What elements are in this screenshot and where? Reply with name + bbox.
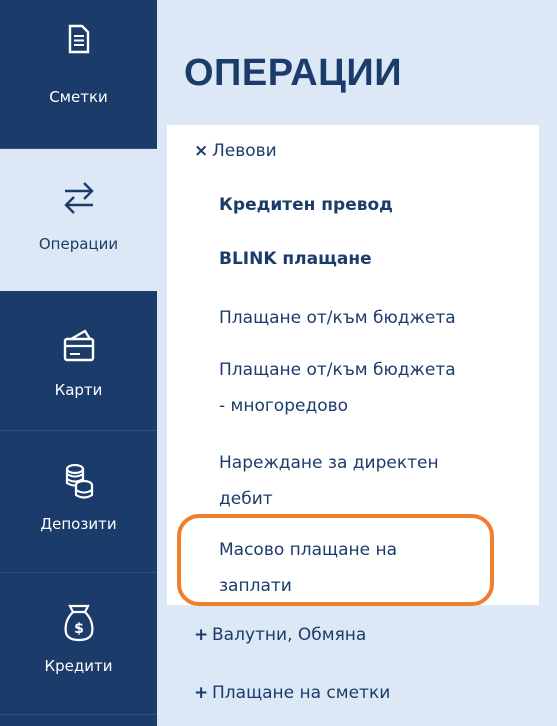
document-icon: [68, 24, 89, 54]
nav-label: Сметки: [49, 88, 108, 106]
menu-item-direct-debit[interactable]: Нареждане за директен дебит: [219, 448, 439, 514]
group-levovi-toggle[interactable]: × Левови: [194, 136, 277, 166]
expand-icon: +: [194, 625, 209, 645]
highlight-outline: [177, 514, 494, 606]
menu-item-budget-multiline[interactable]: Плащане от/към бюджета - многоредово: [219, 355, 456, 421]
page-title: ОПЕРАЦИИ: [184, 52, 403, 94]
menu-item-label: Кредитен превод: [219, 195, 393, 215]
collapse-icon: ×: [194, 141, 209, 161]
menu-item-label: Нареждане за директен: [219, 453, 439, 473]
menu-item-label: - многоредово: [219, 396, 349, 416]
menu-item-budget-payment[interactable]: Плащане от/към бюджета: [219, 303, 456, 333]
menu-item-label: Плащане от/към бюджета: [219, 308, 456, 328]
group-label: Плащане на сметки: [212, 683, 391, 703]
group-label: Валутни, Обмяна: [212, 625, 367, 645]
group-valutni-toggle[interactable]: + Валутни, Обмяна: [194, 620, 366, 650]
expand-icon: +: [194, 683, 209, 703]
card-icon: [63, 329, 94, 362]
coins-icon: [65, 463, 93, 499]
money-bag-icon: $: [64, 604, 93, 642]
transfer-arrows-icon: [63, 182, 94, 214]
main-nav: Сметки Операции Карти Депозити $ Кредити: [0, 0, 157, 726]
menu-item-blink[interactable]: BLINK плащане: [219, 244, 372, 274]
nav-item-operatsii[interactable]: Операции: [0, 149, 157, 291]
nav-label: Кредити: [44, 657, 113, 675]
nav-item-smetki[interactable]: Сметки: [0, 0, 157, 149]
nav-label: Операции: [38, 235, 119, 253]
group-label: Левови: [212, 141, 277, 161]
menu-item-kreditni-prevod[interactable]: Кредитен превод: [219, 190, 393, 220]
nav-item-krediti[interactable]: $ Кредити: [0, 573, 157, 715]
nav-label: Карти: [54, 381, 103, 399]
nav-item-depoziti[interactable]: Депозити: [0, 431, 157, 573]
nav-item-karti[interactable]: Карти: [0, 291, 157, 431]
menu-item-label: BLINK плащане: [219, 249, 372, 269]
group-bill-payments-toggle[interactable]: + Плащане на сметки: [194, 678, 390, 708]
menu-item-label: дебит: [219, 489, 273, 509]
nav-label: Депозити: [40, 515, 117, 533]
menu-item-label: Плащане от/към бюджета: [219, 360, 456, 380]
svg-text:$: $: [74, 621, 84, 637]
